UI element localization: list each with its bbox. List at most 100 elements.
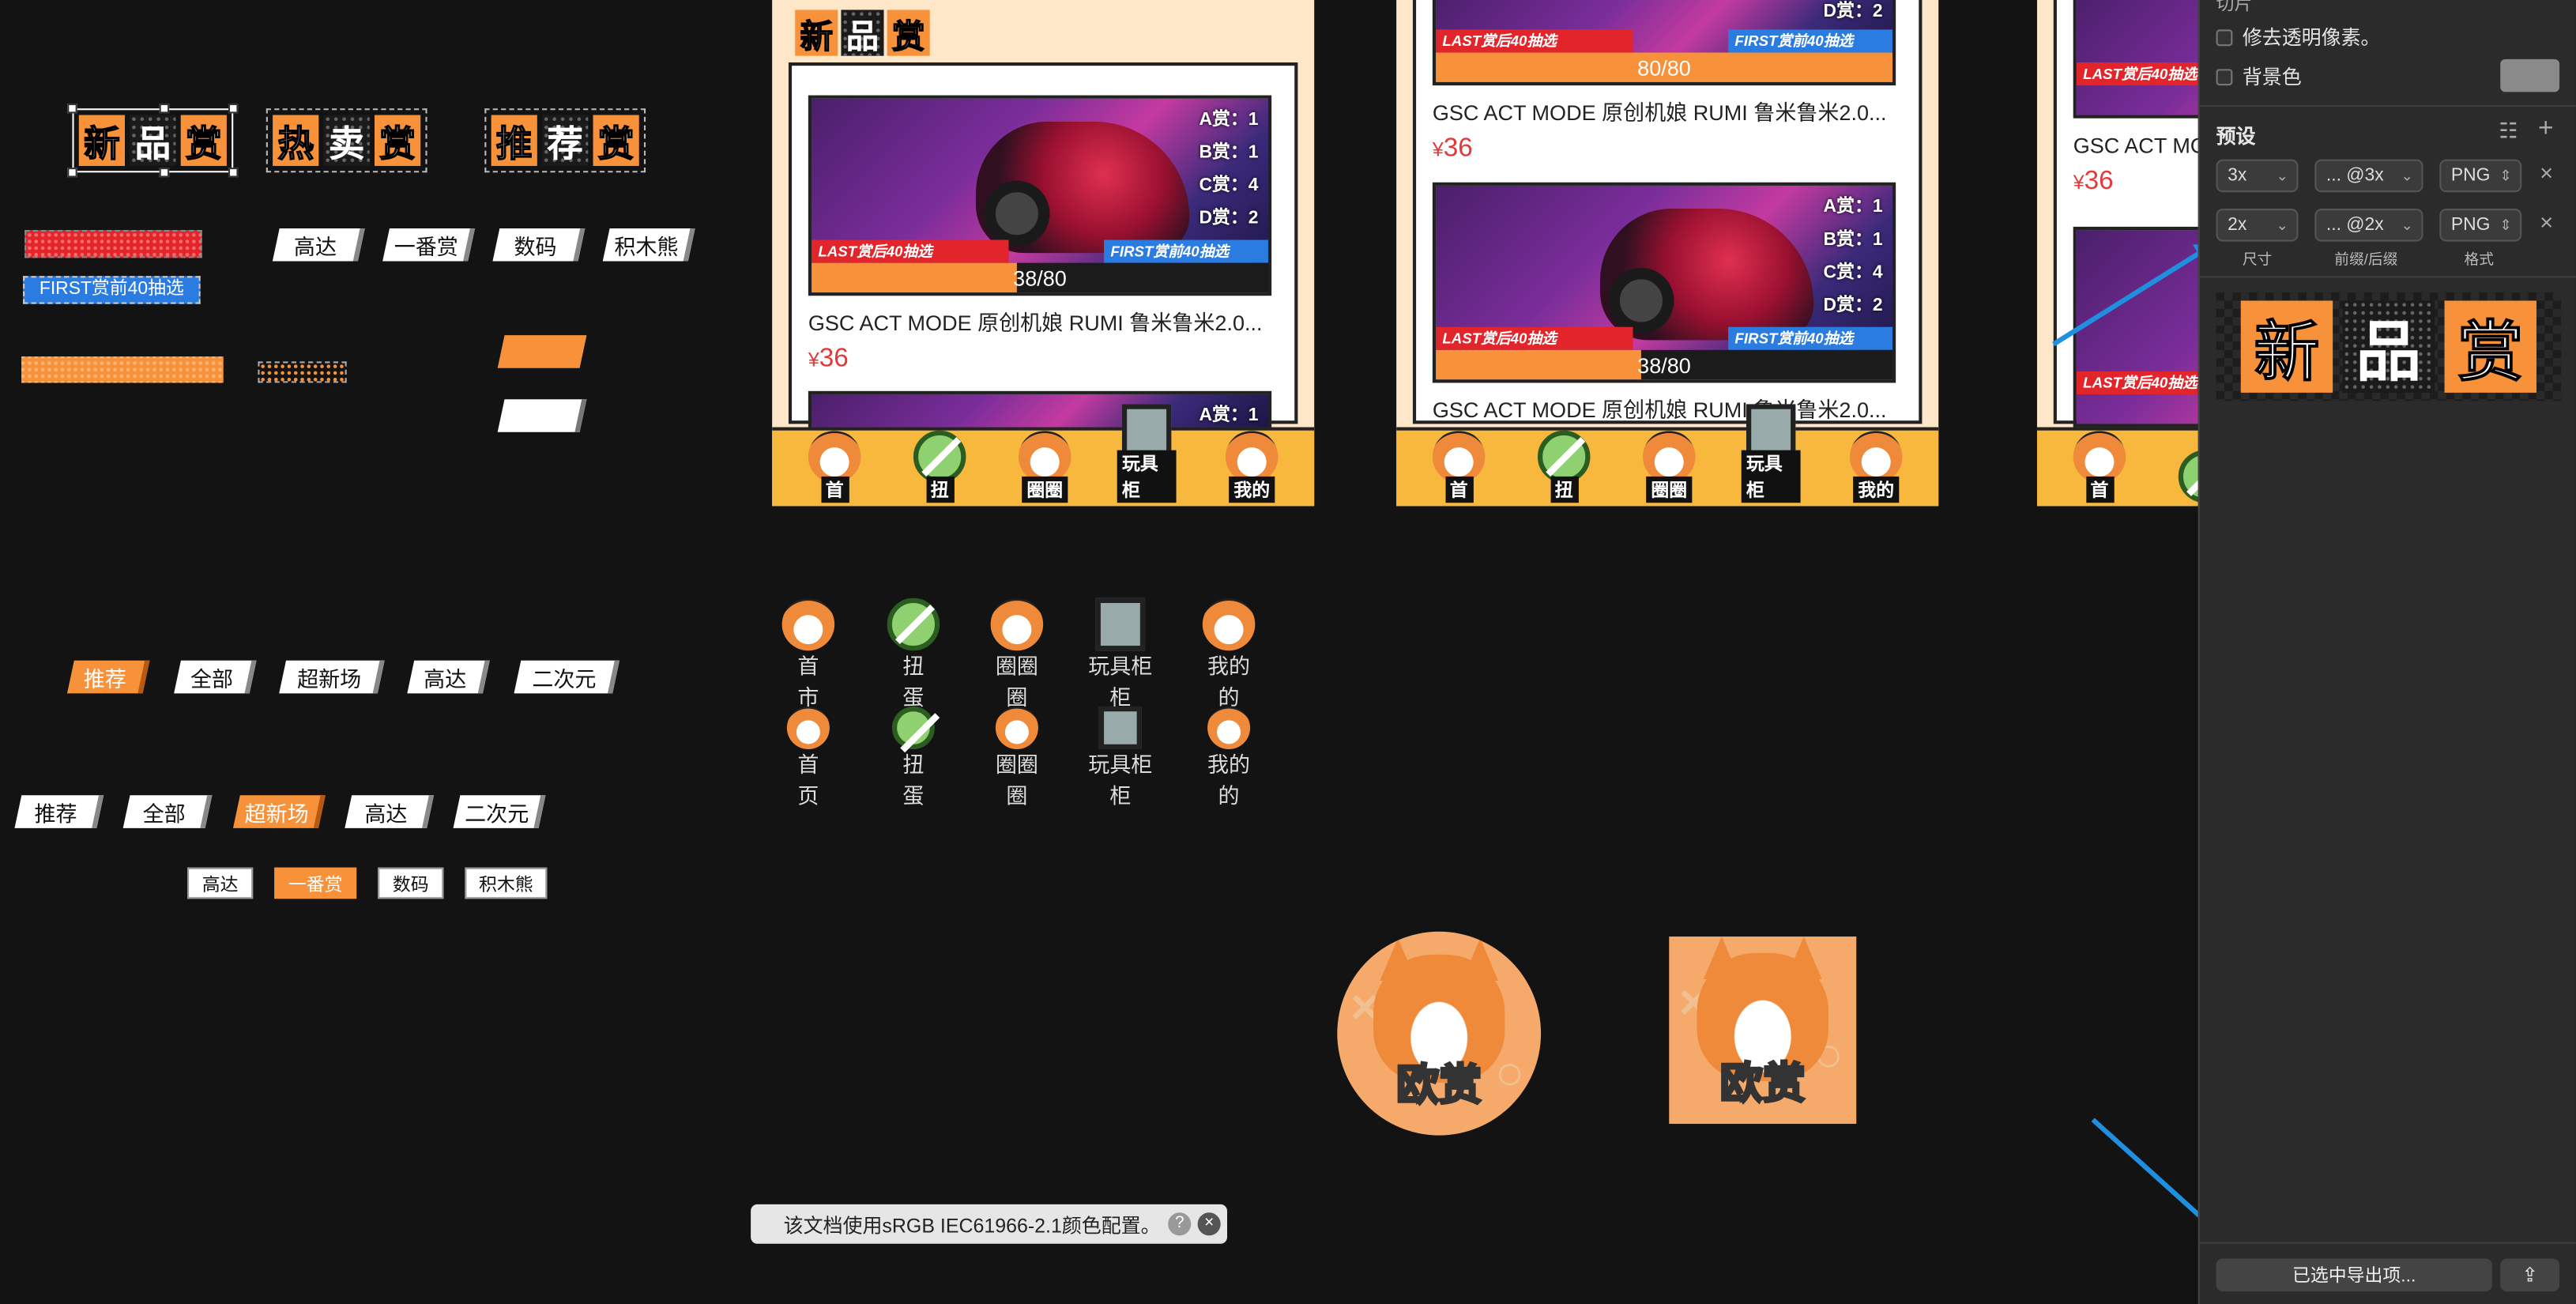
tab-home[interactable]: 首 (2070, 430, 2130, 503)
help-icon[interactable]: ? (1168, 1212, 1192, 1236)
filter-anime[interactable]: 二次元 (514, 660, 620, 694)
product-card[interactable]: LAST赏后40抽选 GSC ACT MODE 原创机娘 RUMI 鲁米鲁米2.… (2073, 0, 2201, 197)
selection-handle[interactable] (159, 103, 170, 114)
suffix-select[interactable]: ... @3x ⌄ (2314, 159, 2423, 193)
stat-d: D赏：2 (1823, 296, 1883, 316)
tag-label: 二次元 (532, 666, 597, 692)
sliders-icon[interactable]: ☷ (2499, 119, 2518, 145)
filter-all[interactable]: 全部 (174, 660, 257, 694)
tab-mine[interactable]: 我的 (1847, 430, 1906, 503)
dot-pattern-asset[interactable] (258, 361, 347, 383)
tag-ichiban[interactable]: 一番赏 (382, 228, 476, 262)
icon-circle[interactable]: 圈圈圈 (984, 706, 1049, 812)
title-tag-new[interactable]: 新 品 赏 (67, 103, 239, 178)
tab-home[interactable]: 首 (1429, 430, 1489, 503)
tab-toy-cabinet[interactable]: 玩具柜 (1741, 404, 1801, 503)
filter-gundam[interactable]: 高达 (407, 660, 490, 694)
filter-gundam[interactable]: 高达 (345, 795, 435, 828)
icon-home[interactable]: 首页 (775, 706, 841, 812)
capsule-icon (891, 706, 935, 750)
size-select[interactable]: 3x ⌄ (2216, 159, 2299, 193)
title-char: 赏 (180, 115, 227, 166)
remove-icon[interactable]: × (2540, 160, 2553, 186)
tag-digital[interactable]: 数码 (492, 228, 586, 262)
stat-d: D赏：2 (1823, 2, 1883, 22)
tab-circle[interactable]: 圈圈 (1640, 430, 1699, 503)
selection-handle[interactable] (228, 103, 239, 114)
box-tag-ichiban[interactable]: 一番赏 (274, 867, 357, 899)
suffix-select[interactable]: ... @2x ⌄ (2314, 209, 2423, 242)
phone-mockup-3[interactable]: LAST赏后40抽选 GSC ACT MODE 原创机娘 RUMI 鲁米鲁米2.… (2036, 0, 2201, 507)
remove-icon[interactable]: × (2540, 209, 2553, 235)
icon-toy-cabinet[interactable]: 玩具柜柜 (1087, 597, 1153, 714)
selection-handle[interactable] (67, 168, 77, 178)
orange-skew-asset[interactable] (497, 335, 587, 368)
avatar-circle[interactable]: × ○ 欧赏 (1337, 931, 1542, 1136)
tab-gacha[interactable]: 扭 (910, 430, 970, 503)
white-skew-asset[interactable] (497, 399, 587, 432)
filter-anime[interactable]: 二次元 (453, 795, 546, 828)
checkbox-box[interactable] (2216, 68, 2233, 85)
shiba-icon (1225, 430, 1279, 484)
tag-label: 全部 (143, 801, 186, 826)
title-tag-hot[interactable]: 热 卖 赏 (266, 108, 427, 173)
product-card[interactable]: A赏：1 B赏：1 C赏：4 D赏：2 LAST赏后40抽选 FIRST赏前40… (1432, 182, 1896, 424)
share-icon[interactable]: ⇪ (2500, 1258, 2560, 1292)
background-color-swatch[interactable] (2500, 58, 2560, 92)
filter-new[interactable]: 超新场 (279, 660, 385, 694)
tab-gacha[interactable]: 扭 (1535, 430, 1594, 503)
product-card[interactable]: A赏：1 B赏：1 C赏：4 D赏：2 LAST赏后40抽选 FIRST赏前40… (808, 95, 1272, 375)
tag-label: 积木熊 (614, 234, 679, 259)
filter-all[interactable]: 全部 (122, 795, 213, 828)
tab-circle[interactable]: 圈圈 (1015, 430, 1075, 503)
format-select[interactable]: PNG ⇕ (2439, 209, 2522, 242)
product-card[interactable]: D赏：2 LAST赏后40抽选 FIRST赏前40抽选 80/80 GSC AC… (1432, 0, 1896, 164)
icon-mine[interactable]: 我的的 (1196, 597, 1262, 714)
icon-circle[interactable]: 圈圈圈 (984, 597, 1049, 714)
tab-toy-cabinet[interactable]: 玩具柜 (1117, 404, 1177, 503)
phone-mockup-1[interactable]: 新 品 赏 A赏：1 B赏：1 C赏：4 D赏：2 LAST赏后40抽选 FIR… (772, 0, 1315, 507)
icon-gacha[interactable]: 扭蛋 (880, 706, 946, 812)
icon-home[interactable]: 首市 (775, 597, 841, 714)
orange-progress-asset[interactable] (21, 356, 224, 383)
shiba-icon (786, 706, 830, 750)
selection-handle[interactable] (159, 168, 170, 178)
phone-mockup-2[interactable]: D赏：2 LAST赏后40抽选 FIRST赏前40抽选 80/80 GSC AC… (1396, 0, 1939, 507)
tag-gundam[interactable]: 高达 (272, 228, 365, 262)
cabinet-icon (1098, 706, 1142, 750)
tag-block-bear[interactable]: 积木熊 (602, 228, 695, 262)
price-value: 36 (819, 345, 849, 373)
shiba-icon (1207, 706, 1251, 750)
icon-gacha[interactable]: 扭蛋 (880, 597, 946, 714)
box-tag-block-bear[interactable]: 积木熊 (465, 867, 548, 899)
trim-transparent-checkbox[interactable]: 修去透明像素。 (2216, 23, 2381, 51)
close-icon[interactable]: × (1197, 1212, 1221, 1236)
title-tag-recommend[interactable]: 推 荐 赏 (484, 108, 646, 173)
box-tag-gundam[interactable]: 高达 (187, 867, 254, 899)
filter-recommend[interactable]: 推荐 (14, 795, 104, 828)
size-select[interactable]: 2x ⌄ (2216, 209, 2299, 242)
product-image: LAST赏后40抽选 (2073, 226, 2201, 428)
selection-handle[interactable] (67, 103, 77, 114)
first-badge[interactable]: FIRST赏前40抽选 (23, 276, 201, 304)
box-tag-digital[interactable]: 数码 (378, 867, 444, 899)
tab-bar: 首 (2036, 427, 2201, 507)
icon-mine[interactable]: 我的的 (1196, 706, 1262, 812)
tab-home[interactable]: 首 (805, 430, 864, 503)
add-icon[interactable]: + (2538, 115, 2553, 145)
checkbox-box[interactable] (2216, 28, 2233, 46)
icon-toy-cabinet[interactable]: 玩具柜柜 (1087, 706, 1153, 812)
export-selected-button[interactable]: 已选中导出项... (2216, 1258, 2492, 1292)
tab-mine[interactable]: 我的 (1222, 430, 1282, 503)
phone-header-title: 新 品 赏 (795, 9, 930, 56)
background-color-checkbox[interactable]: 背景色 (2216, 62, 2302, 90)
avatar-square[interactable]: × ○ 欧赏 (1669, 937, 1857, 1125)
last-strip-asset[interactable] (24, 230, 202, 258)
filter-recommend[interactable]: 推荐 (66, 660, 150, 694)
icon-label: 的 (1218, 783, 1240, 808)
selection-handle[interactable] (228, 168, 239, 178)
filter-new[interactable]: 超新场 (232, 795, 326, 828)
product-card[interactable]: LAST赏后40抽选 (2073, 226, 2201, 428)
format-select[interactable]: PNG ⇕ (2439, 159, 2522, 193)
divider (2199, 1242, 2576, 1244)
